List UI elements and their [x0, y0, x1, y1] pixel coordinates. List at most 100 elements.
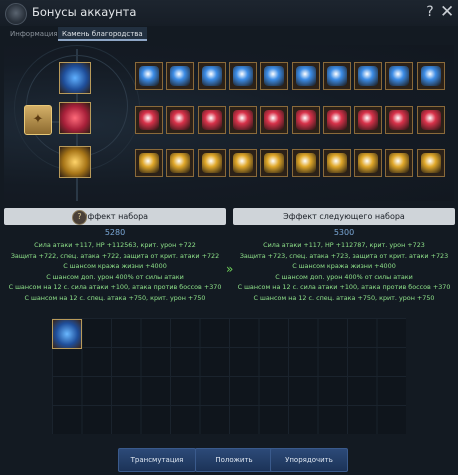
stat-line: Защита +722, спец. атака +722, защита от…	[10, 251, 220, 260]
blue-gem-icon	[326, 66, 347, 86]
red-gem-icon	[170, 110, 191, 130]
gold-gem-icon	[295, 153, 316, 173]
gem-inventory-grid[interactable]	[52, 318, 406, 434]
gold-gem-icon	[358, 153, 379, 173]
sort-button[interactable]: Упорядочить	[270, 448, 348, 472]
gold-gem-slot[interactable]	[166, 149, 195, 177]
blue-gem-icon	[358, 66, 379, 86]
title-bar: Бонусы аккаунта ? ✕	[0, 0, 458, 26]
blue-gem-icon	[170, 66, 191, 86]
stat-line: С шансом на 12 с. сила атаки +100, атака…	[8, 283, 222, 291]
gold-gem-icon	[389, 153, 410, 173]
blue-gem-icon	[295, 66, 316, 86]
gold-gem-slot[interactable]	[291, 149, 320, 177]
blue-gem-icon	[201, 66, 222, 86]
blue-gem-slot[interactable]	[197, 62, 226, 90]
gold-gem-icon	[139, 153, 159, 173]
gem-board: ✦	[4, 45, 454, 201]
core-stone-icon: ✦	[32, 112, 44, 127]
gold-gem-icon	[170, 153, 191, 173]
set-effect-stats: Сила атаки +117, HP +112563, крит. урон …	[4, 240, 226, 303]
blue-gem-slot[interactable]	[135, 62, 163, 90]
blue-gem-slot[interactable]	[416, 62, 445, 90]
blue-gem-slot[interactable]	[228, 62, 257, 90]
blue-gem-slot[interactable]	[291, 62, 320, 90]
core-stone-slot[interactable]: ✦	[24, 105, 52, 135]
equipped-gold-gem-icon[interactable]	[59, 146, 91, 178]
tab-nobility-stone[interactable]: Камень благородства	[58, 27, 147, 41]
place-button[interactable]: Положить	[195, 448, 273, 472]
gold-gem-slot[interactable]	[354, 149, 383, 177]
gold-gem-icon	[264, 153, 285, 173]
blue-gem-slot[interactable]	[385, 62, 414, 90]
red-gem-icon	[264, 110, 285, 130]
gold-gem-slot[interactable]	[135, 149, 163, 177]
gold-gem-slot[interactable]	[322, 149, 351, 177]
blue-gem-icon	[264, 66, 285, 86]
help-button[interactable]: ?	[424, 4, 436, 20]
action-bar: Трансмутация Положить Упорядочить	[0, 446, 458, 472]
red-gem-icon	[420, 110, 441, 130]
next-set-effect-count: 5300	[333, 228, 355, 237]
blue-gem-icon	[420, 66, 441, 86]
next-set-effect-title: Эффект следующего набора	[283, 212, 405, 221]
gold-gem-slot[interactable]	[197, 149, 226, 177]
account-emblem-icon	[5, 3, 27, 25]
stat-line: С шансом кража жизни +4000	[292, 262, 396, 270]
stat-line: Сила атаки +117, HP +112787, крит. урон …	[263, 241, 425, 249]
red-gem-slot[interactable]	[291, 106, 320, 134]
blue-gem-slot[interactable]	[354, 62, 383, 90]
stat-line: С шансом на 12 с. спец. атака +750, крит…	[253, 293, 435, 302]
red-gem-slot[interactable]	[197, 106, 226, 134]
tab-bar: Информация Камень благородства	[0, 26, 458, 42]
blue-gem-icon	[139, 66, 159, 86]
blue-gem-slot[interactable]	[166, 62, 195, 90]
red-gem-slot[interactable]	[416, 106, 445, 134]
blue-gem-icon	[232, 66, 253, 86]
set-effect-title: Эффект набора	[81, 212, 149, 221]
stat-line: С шансом на 12 с. спец. атака +750, крит…	[24, 293, 206, 302]
red-gem-icon	[232, 110, 253, 130]
next-set-effect-stats: Сила атаки +117, HP +112787, крит. урон …	[233, 240, 455, 303]
stat-line: Защита +723, спец. атака +723, защита от…	[239, 251, 449, 260]
gold-gem-slot[interactable]	[228, 149, 257, 177]
set-effect-icon: ?	[72, 210, 87, 225]
close-button[interactable]: ✕	[440, 3, 454, 21]
set-effect-header: ? Эффект набора	[4, 208, 226, 225]
red-gem-slot[interactable]	[322, 106, 351, 134]
next-set-effect-header: Эффект следующего набора	[233, 208, 455, 225]
stat-line: С шансом кража жизни +4000	[63, 262, 167, 270]
inventory-blue-gem-icon[interactable]	[52, 319, 82, 349]
set-effect-count: 5280	[104, 228, 126, 237]
red-gem-slot[interactable]	[166, 106, 195, 134]
stat-line: С шансом доп. урон 400% от силы атаки	[46, 272, 184, 281]
gold-gem-icon	[420, 153, 441, 173]
equipped-red-gem-icon[interactable]	[59, 102, 91, 134]
tab-information[interactable]: Информация	[6, 27, 62, 41]
red-gem-slot[interactable]	[135, 106, 163, 134]
blue-gem-slot[interactable]	[322, 62, 351, 90]
red-gem-icon	[358, 110, 379, 130]
red-gem-slot[interactable]	[228, 106, 257, 134]
gold-gem-slot[interactable]	[385, 149, 414, 177]
gold-gem-icon	[232, 153, 253, 173]
red-gem-icon	[139, 110, 159, 130]
window-title: Бонусы аккаунта	[32, 5, 137, 19]
transmute-button[interactable]: Трансмутация	[118, 448, 196, 472]
stat-line: Сила атаки +117, HP +112563, крит. урон …	[34, 241, 196, 249]
gold-gem-icon	[326, 153, 347, 173]
stat-line: С шансом доп. урон 400% от силы атаки	[275, 272, 413, 281]
red-gem-slot[interactable]	[385, 106, 414, 134]
red-gem-icon	[295, 110, 316, 130]
red-gem-icon	[389, 110, 410, 130]
blue-gem-slot[interactable]	[260, 62, 289, 90]
stat-line: С шансом на 12 с. сила атаки +100, атака…	[237, 283, 451, 291]
gold-gem-slot[interactable]	[260, 149, 289, 177]
gold-gem-slot[interactable]	[416, 149, 445, 177]
red-gem-slot[interactable]	[354, 106, 383, 134]
blue-gem-icon	[389, 66, 410, 86]
red-gem-slot[interactable]	[260, 106, 289, 134]
equipped-blue-gem-icon[interactable]	[59, 62, 91, 94]
red-gem-icon	[201, 110, 222, 130]
gold-gem-icon	[201, 153, 222, 173]
